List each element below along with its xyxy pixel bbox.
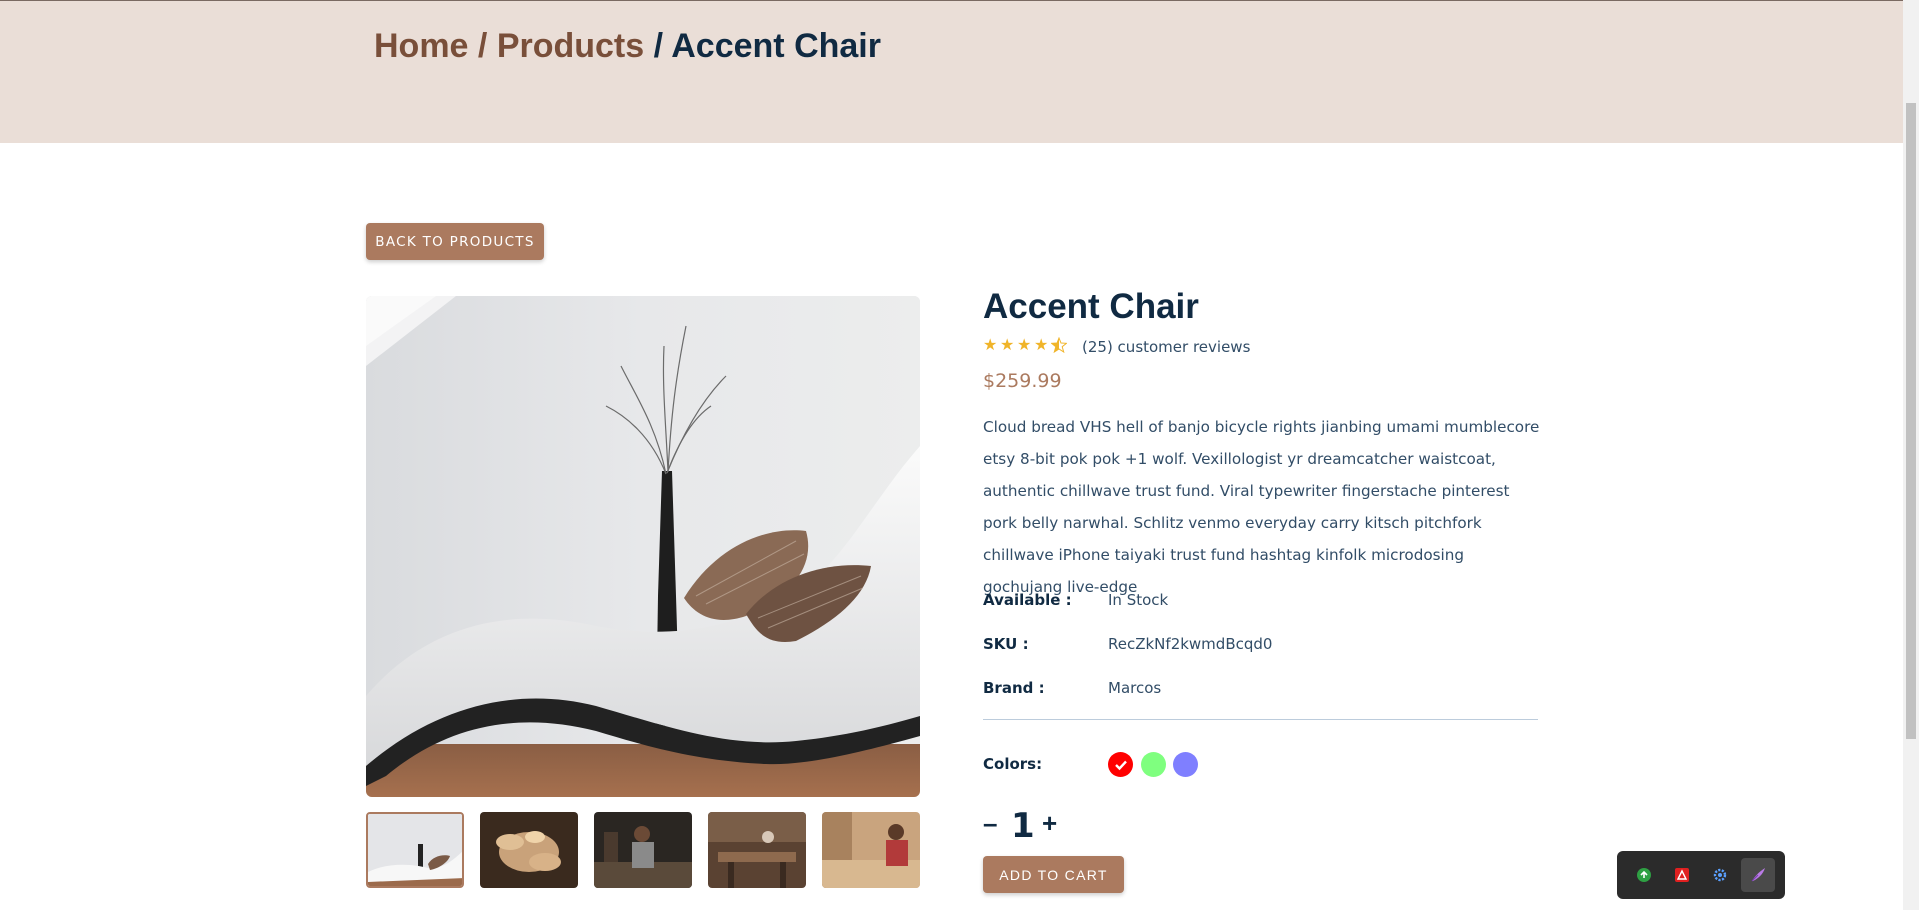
sku-value: RecZkNf2kwmdBcqd0 — [1108, 635, 1273, 653]
quantity-value: 1 — [1011, 806, 1035, 846]
breadcrumb-home[interactable]: Home — [374, 27, 468, 65]
thumbnail-image — [368, 814, 462, 886]
scrollbar-thumb[interactable] — [1906, 103, 1916, 739]
thumbnail-wood-shavings[interactable] — [480, 812, 578, 888]
brand-label: Brand : — [983, 679, 1045, 697]
extension-tray — [1617, 851, 1785, 899]
availability-label: Available : — [983, 591, 1072, 609]
quantity-decrease-button[interactable]: – — [983, 808, 997, 839]
color-swatch-red[interactable] — [1108, 752, 1133, 777]
add-to-cart-button[interactable]: ADD TO CART — [983, 856, 1124, 893]
thumbnail-workshop[interactable] — [708, 812, 806, 888]
breadcrumb-separator: / — [468, 27, 497, 65]
product-description: Cloud bread VHS hell of banjo bicycle ri… — [983, 418, 1540, 596]
star-full-icon: ★ — [1017, 335, 1032, 354]
gear-icon[interactable] — [1703, 858, 1737, 892]
colors-label: Colors: — [983, 755, 1043, 773]
breadcrumb-current: Accent Chair — [671, 27, 881, 65]
star-full-icon: ★ — [1034, 335, 1049, 354]
color-swatch-green[interactable] — [1141, 752, 1166, 777]
sku-label: SKU : — [983, 635, 1029, 653]
product-price: $259.99 — [983, 370, 1062, 392]
breadcrumb-separator: / — [644, 27, 672, 65]
availability-value: In Stock — [1108, 591, 1169, 609]
brand-value: Marcos — [1108, 679, 1162, 697]
thumbnail-image — [594, 812, 692, 888]
thumbnail-image — [708, 812, 806, 888]
breadcrumb: Home / Products / Accent Chair — [374, 27, 881, 66]
color-swatch-blue[interactable] — [1173, 752, 1198, 777]
green-extension-icon[interactable] — [1627, 858, 1661, 892]
thumbnail-image — [480, 812, 578, 888]
back-to-products-button[interactable]: BACK TO PRODUCTS — [366, 223, 544, 260]
thumbnail-carpenter[interactable] — [594, 812, 692, 888]
star-rating: ★ ★ ★ ★ — [983, 335, 1068, 354]
breadcrumb-products[interactable]: Products — [497, 27, 644, 65]
pdf-icon[interactable] — [1665, 858, 1699, 892]
product-title: Accent Chair — [983, 287, 1199, 326]
review-count: (25) customer reviews — [1082, 338, 1251, 356]
page-hero: Home / Products / Accent Chair — [0, 0, 1903, 143]
thumbnail-chaise[interactable] — [366, 812, 464, 888]
star-full-icon: ★ — [983, 335, 998, 354]
thumbnail-woman-woodworking[interactable] — [822, 812, 920, 888]
check-icon — [1114, 760, 1127, 770]
quantity-increase-button[interactable]: + — [1042, 808, 1057, 839]
divider — [983, 719, 1538, 720]
thumbnail-image — [822, 812, 920, 888]
star-half-icon — [1050, 336, 1068, 354]
star-full-icon: ★ — [1000, 335, 1015, 354]
feather-icon[interactable] — [1741, 858, 1775, 892]
main-product-image — [366, 296, 920, 797]
chaise-lounge-image — [366, 296, 920, 797]
